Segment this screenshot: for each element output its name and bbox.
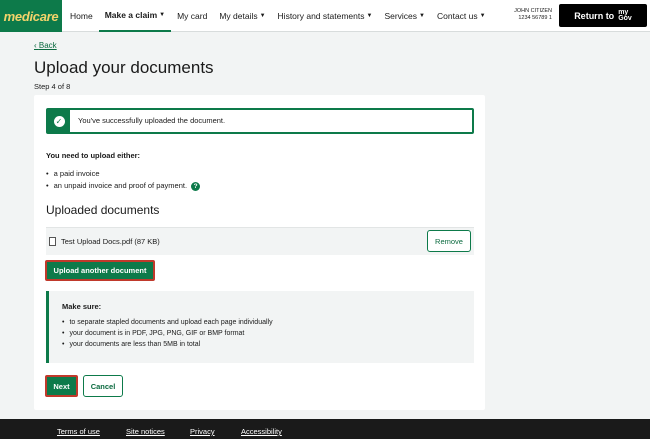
list-item: your document is in PDF, JPG, PNG, GIF o… [62,328,273,339]
site-footer: Terms of use Site notices Privacy Access… [0,419,650,439]
chevron-down-icon: ▼ [259,13,266,19]
remove-button[interactable]: Remove [427,230,471,252]
success-alert: ✓ You've successfully uploaded the docum… [46,108,474,134]
make-sure-list: to separate stapled documents and upload… [62,317,273,350]
chevron-down-icon: ▼ [479,13,486,19]
page-title: Upload your documents [34,58,214,77]
list-item: your documents are less than 5MB in tota… [62,339,273,350]
cancel-button[interactable]: Cancel [83,375,123,397]
user-number: 1234 56789 1 [518,15,552,21]
help-icon[interactable]: ? [191,181,201,191]
nav-history-and-statements[interactable]: History and statements ▼ [272,0,379,32]
next-button[interactable]: Next [45,375,78,397]
step-indicator: Step 4 of 8 [34,82,71,91]
nav-my-details[interactable]: My details ▼ [213,0,271,32]
user-name: JOHN CITIZEN [514,8,552,14]
back-link[interactable]: ‹ Back [34,41,57,50]
uploaded-documents-heading: Uploaded documents [46,203,160,217]
file-name: Test Upload Docs.pdf (87 KB) [61,237,160,246]
nav-make-a-claim[interactable]: Make a claim ▼ [98,0,172,32]
list-item: to separate stapled documents and upload… [62,317,272,328]
footer-link-terms[interactable]: Terms of use [57,427,100,436]
nav-home[interactable]: Home [64,0,99,32]
mygov-logo: my Gov [618,8,632,22]
return-to-mygov-button[interactable]: Return to my Gov [559,4,647,27]
footer-link-accessibility[interactable]: Accessibility [241,427,282,436]
list-item: a paid invoice [46,168,200,180]
upload-another-document-button[interactable]: Upload another document [45,260,155,281]
site-header: medicare Home Make a claim ▼ My card My d… [0,0,650,32]
upload-card: ✓ You've successfully uploaded the docum… [34,95,485,410]
list-item: an unpaid invoice and proof of payment.? [46,180,201,192]
alert-message: You've successfully uploaded the documen… [78,116,226,125]
user-info: JOHN CITIZEN 1234 56789 1 [500,8,552,22]
main-nav: Home Make a claim ▼ My card My details ▼ H… [64,0,492,32]
make-sure-panel: Make sure: to separate stapled documents… [46,291,474,363]
nav-contact-us[interactable]: Contact us ▼ [431,0,492,32]
footer-link-privacy[interactable]: Privacy [190,427,215,436]
uploaded-file-row: Test Upload Docs.pdf (87 KB) Remove [46,227,474,255]
check-icon: ✓ [53,115,65,127]
chevron-down-icon: ▼ [366,13,373,19]
requirements-list: a paid invoice an unpaid invoice and pro… [46,168,201,192]
document-icon [49,237,56,246]
return-label: Return to [574,10,615,21]
nav-services[interactable]: Services ▼ [378,0,431,32]
medicare-logo[interactable]: medicare [0,0,62,32]
nav-my-card[interactable]: My card [171,0,213,32]
chevron-down-icon: ▼ [419,13,425,19]
footer-link-site-notices[interactable]: Site notices [126,427,165,436]
make-sure-heading: Make sure: [62,302,102,311]
chevron-down-icon: ▼ [159,12,166,18]
requirements-heading: You need to upload either: [46,151,141,160]
